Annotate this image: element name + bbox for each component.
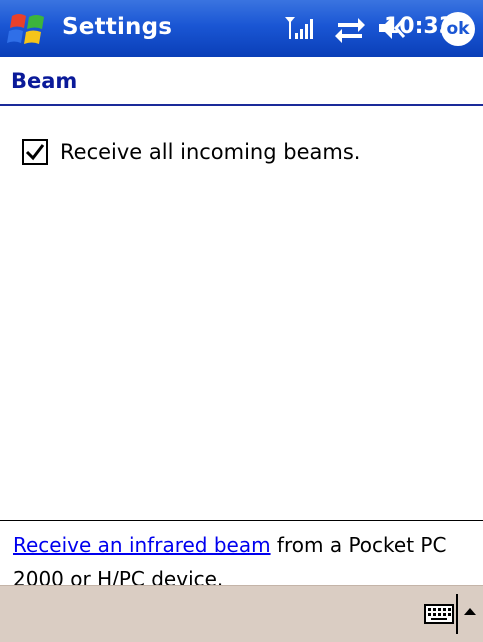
keyboard-icon[interactable] (424, 597, 454, 631)
input-divider (456, 594, 458, 634)
arrow-up-icon[interactable] (462, 602, 478, 622)
windows-flag-icon[interactable] (6, 10, 52, 50)
receive-infrared-beam-link[interactable]: Receive an infrared beam (13, 533, 271, 557)
page-title: Beam (11, 69, 78, 93)
receive-beams-label: Receive all incoming beams. (60, 140, 361, 164)
footer-divider (0, 520, 483, 521)
ok-button[interactable]: ok (441, 12, 475, 46)
signal-strength-icon[interactable] (283, 9, 317, 47)
receive-beams-checkbox[interactable] (22, 139, 48, 165)
app-title: Settings (62, 14, 173, 40)
page-header: Beam (0, 57, 483, 106)
footer-text-line1: from a Pocket PC (270, 533, 447, 557)
connectivity-icon[interactable] (332, 9, 368, 47)
menu-bar (0, 585, 483, 642)
title-bar: Settings 10:33 ok (0, 0, 483, 57)
receive-beams-option[interactable]: Receive all incoming beams. (22, 139, 360, 165)
checkmark-icon (25, 144, 45, 161)
